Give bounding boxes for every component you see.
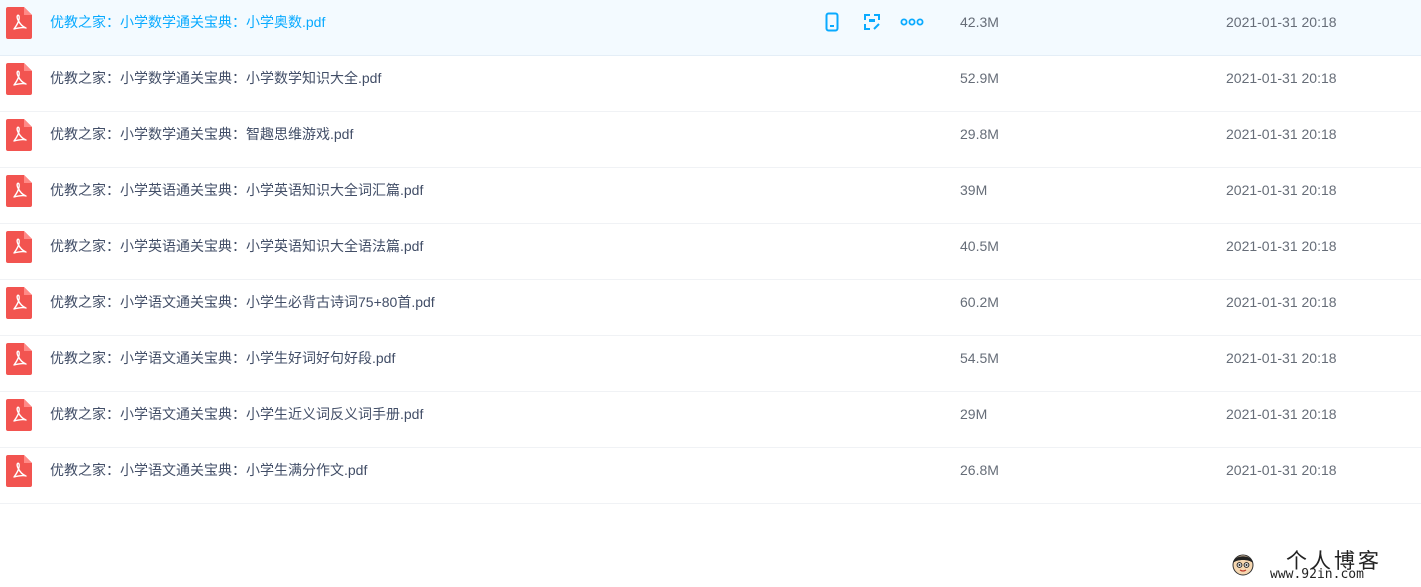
pdf-file-icon [6, 63, 32, 95]
cartoon-avatar-icon [1232, 554, 1254, 576]
file-modified-time: 2021-01-31 20:18 [1226, 294, 1337, 310]
file-list: 优教之家：小学数学通关宝典：小学奥数.pdf 42.3M 2021-01-31 … [0, 0, 1421, 504]
file-modified-time: 2021-01-31 20:18 [1226, 238, 1337, 254]
file-name[interactable]: 优教之家：小学数学通关宝典：小学数学知识大全.pdf [50, 56, 381, 100]
file-row[interactable]: 优教之家：小学英语通关宝典：小学英语知识大全语法篇.pdf 40.5M 2021… [0, 224, 1421, 280]
share-icon[interactable] [860, 10, 884, 34]
file-modified-time: 2021-01-31 20:18 [1226, 126, 1337, 142]
pdf-file-icon [6, 7, 32, 39]
file-size: 29.8M [960, 126, 999, 142]
pdf-file-icon [6, 287, 32, 319]
file-modified-time: 2021-01-31 20:18 [1226, 14, 1337, 30]
blog-watermark: 个人博客 www.92in.com [1228, 545, 1418, 585]
file-name[interactable]: 优教之家：小学英语通关宝典：小学英语知识大全语法篇.pdf [50, 224, 423, 268]
file-size: 40.5M [960, 238, 999, 254]
file-size: 26.8M [960, 462, 999, 478]
file-row[interactable]: 优教之家：小学语文通关宝典：小学生近义词反义词手册.pdf 29M 2021-0… [0, 392, 1421, 448]
file-size: 42.3M [960, 14, 999, 30]
file-modified-time: 2021-01-31 20:18 [1226, 462, 1337, 478]
file-row[interactable]: 优教之家：小学语文通关宝典：小学生满分作文.pdf 26.8M 2021-01-… [0, 448, 1421, 504]
pdf-file-icon [6, 399, 32, 431]
watermark-url: www.92in.com [1270, 567, 1364, 582]
file-row[interactable]: 优教之家：小学数学通关宝典：小学数学知识大全.pdf 52.9M 2021-01… [0, 56, 1421, 112]
file-modified-time: 2021-01-31 20:18 [1226, 182, 1337, 198]
phone-icon[interactable] [820, 10, 844, 34]
file-row[interactable]: 优教之家：小学数学通关宝典：智趣思维游戏.pdf 29.8M 2021-01-3… [0, 112, 1421, 168]
file-modified-time: 2021-01-31 20:18 [1226, 350, 1337, 366]
file-size: 60.2M [960, 294, 999, 310]
file-size: 52.9M [960, 70, 999, 86]
file-size: 54.5M [960, 350, 999, 366]
file-name[interactable]: 优教之家：小学数学通关宝典：智趣思维游戏.pdf [50, 112, 353, 156]
file-name[interactable]: 优教之家：小学语文通关宝典：小学生必背古诗词75+80首.pdf [50, 280, 435, 324]
pdf-file-icon [6, 231, 32, 263]
file-row[interactable]: 优教之家：小学语文通关宝典：小学生好词好句好段.pdf 54.5M 2021-0… [0, 336, 1421, 392]
file-size: 39M [960, 182, 988, 198]
file-name[interactable]: 优教之家：小学语文通关宝典：小学生满分作文.pdf [50, 448, 367, 492]
file-name[interactable]: 优教之家：小学数学通关宝典：小学奥数.pdf [50, 0, 325, 44]
file-modified-time: 2021-01-31 20:18 [1226, 70, 1337, 86]
file-row[interactable]: 优教之家：小学语文通关宝典：小学生必背古诗词75+80首.pdf 60.2M 2… [0, 280, 1421, 336]
more-icon[interactable] [900, 10, 924, 34]
file-name[interactable]: 优教之家：小学语文通关宝典：小学生好词好句好段.pdf [50, 336, 395, 380]
pdf-file-icon [6, 119, 32, 151]
pdf-file-icon [6, 455, 32, 487]
file-row[interactable]: 优教之家：小学数学通关宝典：小学奥数.pdf 42.3M 2021-01-31 … [0, 0, 1421, 56]
file-size: 29M [960, 406, 988, 422]
pdf-file-icon [6, 175, 32, 207]
file-name[interactable]: 优教之家：小学语文通关宝典：小学生近义词反义词手册.pdf [50, 392, 423, 436]
file-name[interactable]: 优教之家：小学英语通关宝典：小学英语知识大全词汇篇.pdf [50, 168, 423, 212]
file-modified-time: 2021-01-31 20:18 [1226, 406, 1337, 422]
file-row[interactable]: 优教之家：小学英语通关宝典：小学英语知识大全词汇篇.pdf 39M 2021-0… [0, 168, 1421, 224]
pdf-file-icon [6, 343, 32, 375]
